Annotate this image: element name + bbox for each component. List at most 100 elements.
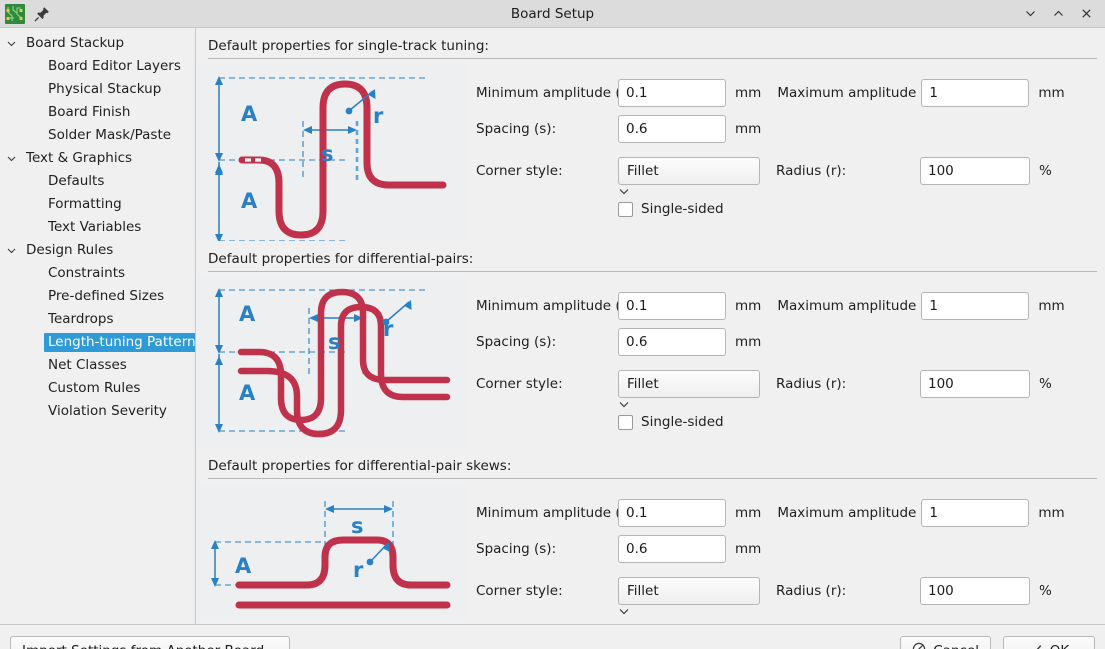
sidebar-item-formatting[interactable]: Formatting	[0, 193, 195, 216]
amplitude-row: Minimum amplitude (A): mm Maximum amplit…	[466, 495, 1105, 531]
sidebar-item-board-stackup[interactable]: Board Stackup	[0, 32, 195, 55]
min-amplitude-input[interactable]	[618, 499, 726, 527]
sidebar-item-board-finish[interactable]: Board Finish	[0, 101, 195, 124]
section-heading-label: Default properties for single-track tuni…	[208, 38, 489, 54]
corner-style-label: Corner style:	[466, 376, 618, 392]
spacing-row: Spacing (s): mm	[466, 111, 1105, 147]
section-divider	[208, 478, 1097, 479]
no-entry-icon	[912, 642, 926, 649]
chevron-down-icon[interactable]	[1017, 2, 1043, 26]
amplitude-row: Minimum amplitude (A): mm Maximum amplit…	[466, 75, 1105, 111]
svg-text:r: r	[383, 317, 394, 341]
corner-style-value: Fillet	[618, 370, 760, 398]
svg-text:s: s	[321, 142, 334, 166]
max-amplitude-input[interactable]	[921, 79, 1029, 107]
section-heading-label: Default properties for differential-pair…	[208, 251, 473, 267]
single-track-meander-diagram: A A s r	[196, 63, 466, 241]
corner-style-select[interactable]: Fillet	[618, 577, 760, 605]
sidebar-item-label: Net Classes	[44, 356, 131, 375]
sidebar-item-pre-defined-sizes[interactable]: Pre-defined Sizes	[0, 285, 195, 308]
corner-style-select[interactable]: Fillet	[618, 157, 760, 185]
sidebar-item-net-classes[interactable]: Net Classes	[0, 354, 195, 377]
dialog-body: Board Stackup Board Editor Layers Physic…	[0, 28, 1105, 624]
spacing-unit: mm	[726, 334, 761, 350]
corner-style-label: Corner style:	[466, 163, 618, 179]
svg-text:s: s	[328, 330, 341, 354]
sidebar-item-teardrops[interactable]: Teardrops	[0, 308, 195, 331]
spacing-input[interactable]	[618, 535, 726, 563]
chevron-down-icon[interactable]	[0, 153, 22, 164]
sidebar-item-label: Design Rules	[22, 241, 117, 260]
chevron-down-icon[interactable]	[0, 245, 22, 256]
spacing-row: Spacing (s): mm	[466, 324, 1105, 360]
min-amplitude-label: Minimum amplitude (A):	[466, 85, 618, 101]
max-amplitude-unit: mm	[1029, 505, 1064, 521]
dialog-footer: Import Settings from Another Board… Canc…	[0, 624, 1105, 649]
sidebar-item-label: Length-tuning Patterns	[44, 333, 196, 352]
sidebar-item-label: Solder Mask/Paste	[44, 126, 175, 145]
max-amplitude-input[interactable]	[921, 292, 1029, 320]
radius-input[interactable]	[920, 157, 1030, 185]
single-sided-row: Single-sided	[466, 195, 1105, 223]
chevron-up-icon[interactable]	[1045, 2, 1071, 26]
sidebar-item-physical-stackup[interactable]: Physical Stackup	[0, 78, 195, 101]
skews-fields: Minimum amplitude (A): mm Maximum amplit…	[466, 483, 1105, 621]
sidebar-item-length-tuning-patterns[interactable]: Length-tuning Patterns	[0, 331, 195, 354]
sidebar-item-constraints[interactable]: Constraints	[0, 262, 195, 285]
pin-icon[interactable]	[33, 5, 51, 23]
section-single-track-tuning: Default properties for single-track tuni…	[196, 28, 1105, 241]
cancel-button-label: Cancel	[933, 643, 979, 649]
chevron-down-icon	[618, 399, 630, 414]
section-heading-skews: Default properties for differential-pair…	[196, 448, 1105, 483]
single-sided-checkbox[interactable]	[618, 202, 633, 217]
sidebar-item-violation-severity[interactable]: Violation Severity	[0, 400, 195, 423]
sidebar-item-design-rules[interactable]: Design Rules	[0, 239, 195, 262]
sidebar-item-label: Constraints	[44, 264, 129, 283]
spacing-input[interactable]	[618, 328, 726, 356]
corner-style-value: Fillet	[618, 157, 760, 185]
differential-pairs-fields: Minimum amplitude (A): mm Maximum amplit…	[466, 276, 1105, 442]
min-amplitude-label: Minimum amplitude (A):	[466, 298, 618, 314]
min-amplitude-input[interactable]	[618, 292, 726, 320]
max-amplitude-label: Maximum amplitude (A):	[761, 85, 921, 101]
single-sided-checkbox[interactable]	[618, 415, 633, 430]
single-track-fields: Minimum amplitude (A): mm Maximum amplit…	[466, 63, 1105, 229]
close-icon[interactable]	[1073, 2, 1099, 26]
svg-text:A: A	[239, 302, 256, 326]
min-amplitude-unit: mm	[726, 298, 761, 314]
single-sided-label: Single-sided	[633, 201, 724, 217]
chevron-down-icon	[618, 606, 630, 621]
sidebar-item-solder-mask-paste[interactable]: Solder Mask/Paste	[0, 124, 195, 147]
cancel-button[interactable]: Cancel	[900, 636, 991, 649]
settings-tree-sidebar[interactable]: Board Stackup Board Editor Layers Physic…	[0, 28, 196, 624]
radius-unit: %	[1030, 376, 1052, 392]
corner-style-select[interactable]: Fillet	[618, 370, 760, 398]
titlebar-left-icons	[0, 4, 51, 24]
single-sided-label: Single-sided	[633, 414, 724, 430]
spacing-input[interactable]	[618, 115, 726, 143]
min-amplitude-input[interactable]	[618, 79, 726, 107]
spacing-label: Spacing (s):	[466, 334, 618, 350]
corner-style-row: Corner style: Fillet Radius (r): %	[466, 360, 1105, 408]
sidebar-item-text-and-graphics[interactable]: Text & Graphics	[0, 147, 195, 170]
sidebar-item-text-variables[interactable]: Text Variables	[0, 216, 195, 239]
sidebar-item-board-editor-layers[interactable]: Board Editor Layers	[0, 55, 195, 78]
max-amplitude-input[interactable]	[921, 499, 1029, 527]
min-amplitude-label: Minimum amplitude (A):	[466, 505, 618, 521]
corner-style-row: Corner style: Fillet Radius (r): %	[466, 567, 1105, 615]
corner-style-label: Corner style:	[466, 583, 618, 599]
dialog-action-buttons: Cancel OK	[900, 636, 1095, 649]
ok-button[interactable]: OK	[1003, 636, 1095, 649]
radius-input[interactable]	[920, 577, 1030, 605]
sidebar-item-defaults[interactable]: Defaults	[0, 170, 195, 193]
chevron-down-icon[interactable]	[0, 38, 22, 49]
import-settings-button[interactable]: Import Settings from Another Board…	[10, 636, 290, 649]
radius-label: Radius (r):	[760, 163, 920, 179]
radius-input[interactable]	[920, 370, 1030, 398]
amplitude-row: Minimum amplitude (A): mm Maximum amplit…	[466, 288, 1105, 324]
sidebar-item-label: Text Variables	[44, 218, 145, 237]
sidebar-item-custom-rules[interactable]: Custom Rules	[0, 377, 195, 400]
sidebar-item-label: Board Editor Layers	[44, 57, 185, 76]
corner-style-value: Fillet	[618, 577, 760, 605]
length-tuning-patterns-page: Default properties for single-track tuni…	[196, 28, 1105, 624]
